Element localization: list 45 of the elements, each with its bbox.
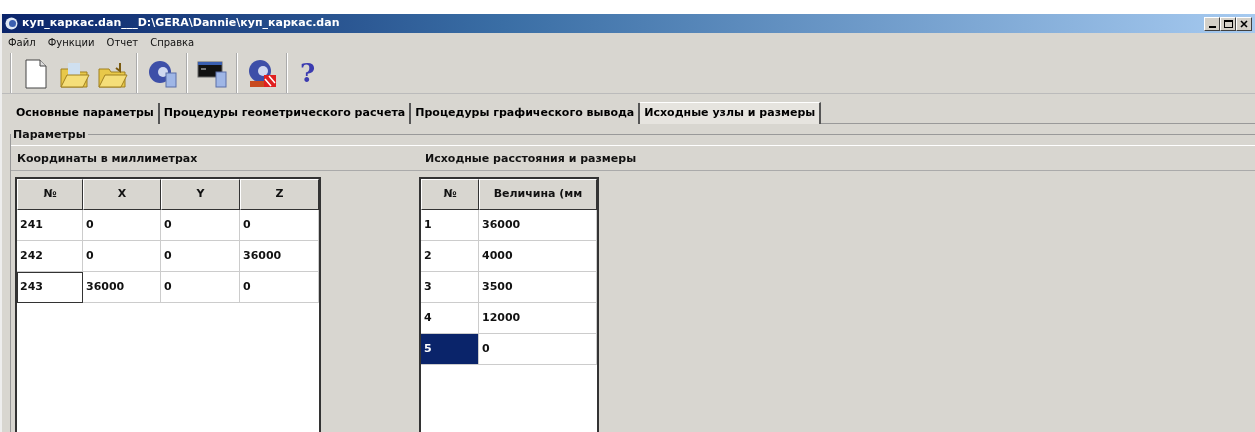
column-header: Z	[240, 179, 319, 210]
column-header: №	[421, 179, 479, 210]
table-cell: 2	[421, 241, 479, 272]
panel-title: Координаты в миллиметрах	[11, 145, 419, 171]
minimize-icon	[1208, 25, 1216, 28]
table-cell: 0	[83, 241, 161, 272]
table-cell: 0	[161, 272, 240, 303]
column-header: X	[83, 179, 161, 210]
window-title: куп_каркас.dan___D:\GERA\Dannie\куп_каркас.dan	[22, 15, 341, 32]
maximize-button[interactable]	[1220, 16, 1236, 31]
table-cell: 0	[240, 210, 319, 241]
tab[interactable]: Основные параметры	[12, 103, 160, 124]
help-button[interactable]: ?	[294, 53, 322, 92]
table-cell: 0	[161, 210, 240, 241]
table-cell: 0	[240, 272, 319, 303]
app-icon	[5, 17, 18, 30]
menu-item[interactable]: Отчет	[106, 35, 139, 50]
tab[interactable]: Исходные узлы и размеры	[640, 102, 822, 124]
table-cell: 36000	[479, 210, 597, 241]
close-button[interactable]	[1236, 16, 1252, 31]
menu-item[interactable]: Файл	[8, 35, 36, 50]
table-cell: 243	[17, 272, 83, 303]
table-cell: 3	[421, 272, 479, 303]
close-icon	[1239, 18, 1249, 29]
column-header: Величина (мм	[479, 179, 597, 210]
table-cell: 3500	[479, 272, 597, 303]
panel-title: Исходные расстояния и размеры	[419, 145, 1255, 171]
maximize-icon	[1223, 18, 1233, 29]
table-cell: 242	[17, 241, 83, 272]
menu-item[interactable]: Справка	[150, 35, 195, 50]
table-cell: 241	[17, 210, 83, 241]
table-cell: 36000	[83, 272, 161, 303]
column-header: Y	[161, 179, 240, 210]
table-cell: 12000	[479, 303, 597, 334]
menu-item[interactable]: Функции	[47, 35, 95, 50]
column-header: №	[17, 179, 83, 210]
table-cell: 36000	[240, 241, 319, 272]
table-cell: 1	[421, 210, 479, 241]
table-cell: 4000	[479, 241, 597, 272]
table-cell: 5	[421, 334, 479, 365]
minimize-button[interactable]	[1204, 16, 1220, 31]
table-cell: 0	[161, 241, 240, 272]
tab[interactable]: Процедуры геометрического расчета	[159, 103, 412, 124]
table-cell: 0	[479, 334, 597, 365]
table-cell: 0	[83, 210, 161, 241]
